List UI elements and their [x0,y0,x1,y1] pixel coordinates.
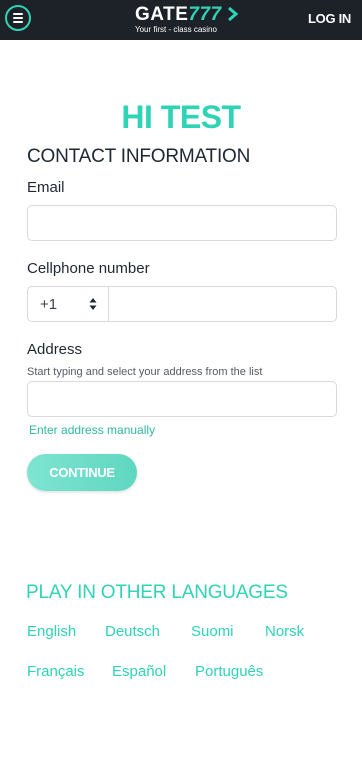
logo-number-text: 777 [188,4,222,25]
contact-section-title: CONTACT INFORMATION [27,146,251,167]
logo-arrow-icon [228,6,239,22]
address-label: Address [27,341,83,358]
email-label: Email [27,179,65,196]
top-navigation-bar: GATE777 Your first - class casino LOG IN [0,0,362,40]
logo-tagline: Your first - class casino [135,25,217,34]
language-link-english[interactable]: English [27,623,76,640]
country-code-select[interactable]: +1 [27,286,109,322]
language-link-espanol[interactable]: Español [112,663,166,680]
language-link-suomi[interactable]: Suomi [191,623,234,640]
logo-gate-text: GATE [135,4,189,25]
language-link-francais[interactable]: Français [27,663,85,680]
email-field[interactable] [27,205,337,241]
address-hint: Start typing and select your address fro… [27,366,263,378]
login-button[interactable]: LOG IN [308,11,351,26]
address-field[interactable] [27,381,337,417]
language-link-portugues[interactable]: Português [195,663,263,680]
country-code-value: +1 [40,296,58,313]
enter-address-manually-link[interactable]: Enter address manually [29,423,155,437]
continue-button[interactable]: CONTINUE [27,454,137,491]
languages-title: PLAY IN OTHER LANGUAGES [26,582,288,603]
language-link-norsk[interactable]: Norsk [265,623,304,640]
greeting-heading: HI TEST [121,99,241,135]
site-logo[interactable]: GATE777 Your first - class casino [135,4,239,36]
phone-label: Cellphone number [27,260,150,277]
sort-arrows-icon [89,298,97,310]
cellphone-field[interactable] [108,286,337,322]
hamburger-menu-icon[interactable] [5,5,31,31]
language-link-deutsch[interactable]: Deutsch [105,623,160,640]
